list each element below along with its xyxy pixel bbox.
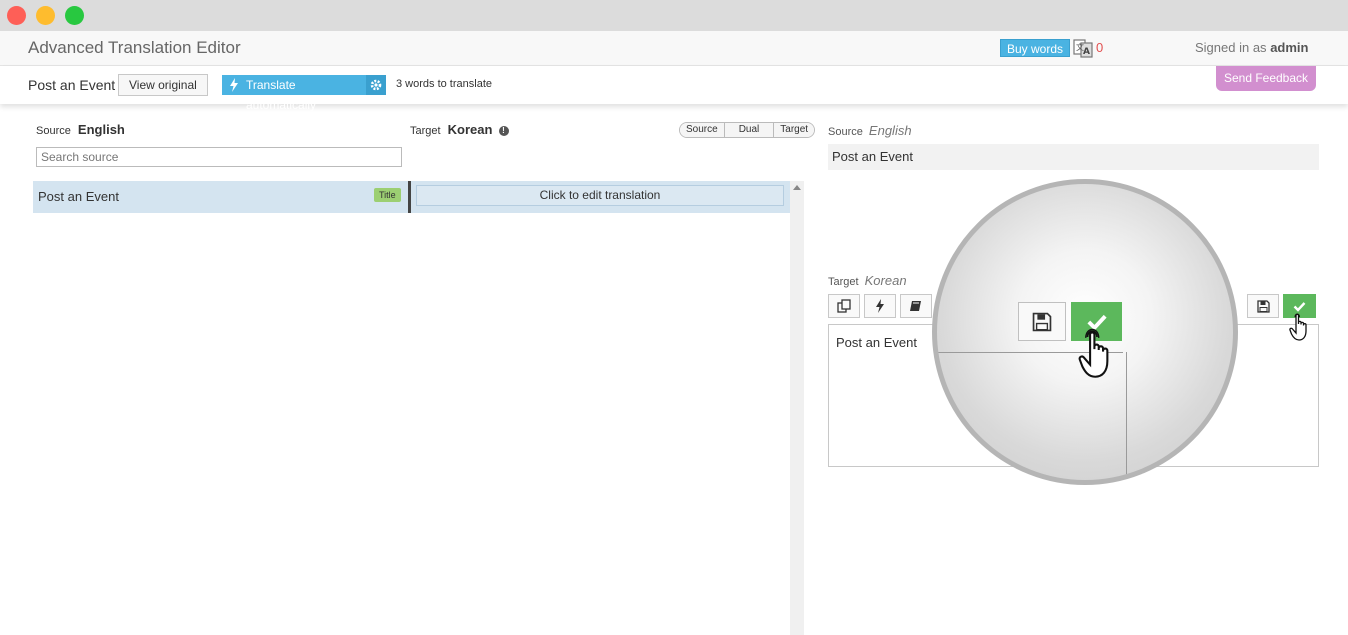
target-language-label: Target Korean ! xyxy=(410,122,509,137)
close-window-button[interactable] xyxy=(7,6,26,25)
source-text-box: Post an Event xyxy=(828,144,1319,170)
source-language: English xyxy=(77,122,125,137)
translate-automatically-label: Translate automatically xyxy=(246,78,317,112)
view-mode-target[interactable]: Target xyxy=(773,123,815,137)
bolt-icon xyxy=(876,299,884,313)
target-text: Post an Event xyxy=(836,335,917,350)
magnified-save-button xyxy=(1018,302,1066,341)
minimize-window-button[interactable] xyxy=(36,6,55,25)
view-mode-switcher: Source Dual Target xyxy=(679,122,816,138)
credits-count: 0 xyxy=(1096,40,1104,55)
magnified-pointer-hand-icon xyxy=(1078,327,1116,390)
editor-source-label: Source English xyxy=(828,123,912,138)
book-icon xyxy=(910,301,921,311)
bolt-icon xyxy=(229,78,239,98)
target-label: Target xyxy=(410,125,441,137)
floppy-disk-icon xyxy=(1032,312,1052,331)
editor-target-label: Target Korean xyxy=(828,273,907,288)
editor-target-caption: Target xyxy=(828,276,859,288)
row-divider xyxy=(408,181,411,213)
save-button[interactable] xyxy=(1247,294,1279,318)
gear-icon xyxy=(370,79,382,91)
search-source-input[interactable]: Search source xyxy=(36,147,402,167)
username: admin xyxy=(1270,40,1309,55)
floppy-disk-icon xyxy=(1256,299,1270,313)
view-original-button[interactable]: View original xyxy=(118,74,208,96)
buy-words-button[interactable]: Buy words xyxy=(1000,39,1071,57)
app-title: Advanced Translation Editor xyxy=(28,38,241,57)
app-header: Advanced Translation Editor Buy words 文 … xyxy=(0,31,1348,66)
send-feedback-button[interactable]: Send Feedback xyxy=(1216,66,1316,91)
edit-translation-cell[interactable]: Click to edit translation xyxy=(416,185,784,206)
source-language-label: Source English xyxy=(36,122,125,137)
machine-translate-button[interactable] xyxy=(864,294,896,318)
row-source-text: Post an Event xyxy=(38,189,119,204)
signed-in-status: Signed in as admin xyxy=(1195,40,1308,55)
source-label: Source xyxy=(36,125,71,137)
view-mode-source[interactable]: Source xyxy=(680,123,724,137)
title-badge: Title xyxy=(374,188,401,202)
editor-source-language: English xyxy=(868,123,912,138)
magnified-editor-edge-vertical xyxy=(1126,352,1127,480)
string-row[interactable]: Post an Event Title Click to edit transl… xyxy=(33,181,790,213)
copy-icon xyxy=(837,299,851,313)
view-mode-dual[interactable]: Dual xyxy=(723,123,774,137)
svg-text:A: A xyxy=(1083,47,1090,57)
document-title: Post an Event xyxy=(28,77,116,93)
translation-credits-icon[interactable]: 文 A xyxy=(1073,38,1093,58)
pointer-hand-icon xyxy=(1289,313,1311,348)
target-language: Korean xyxy=(447,122,493,137)
editor-source-caption: Source xyxy=(828,126,863,138)
translate-automatically-button[interactable]: Translate automatically xyxy=(222,75,366,112)
checkmark-icon xyxy=(1293,301,1306,312)
window-titlebar xyxy=(0,0,1348,31)
list-scrollbar[interactable] xyxy=(790,181,804,635)
info-icon[interactable]: ! xyxy=(498,126,509,136)
copy-source-button[interactable] xyxy=(828,294,860,318)
words-to-translate: 3 words to translate xyxy=(396,78,492,90)
scroll-up-arrow-icon[interactable] xyxy=(793,185,801,190)
editor-toolbar: Post an Event View original Translate au… xyxy=(0,66,1348,112)
editor-target-language: Korean xyxy=(864,273,907,288)
glossary-button[interactable] xyxy=(900,294,932,318)
signed-in-label: Signed in as xyxy=(1195,40,1267,55)
zoom-magnifier xyxy=(932,179,1238,485)
maximize-window-button[interactable] xyxy=(65,6,84,25)
translation-settings-button[interactable] xyxy=(366,75,386,95)
